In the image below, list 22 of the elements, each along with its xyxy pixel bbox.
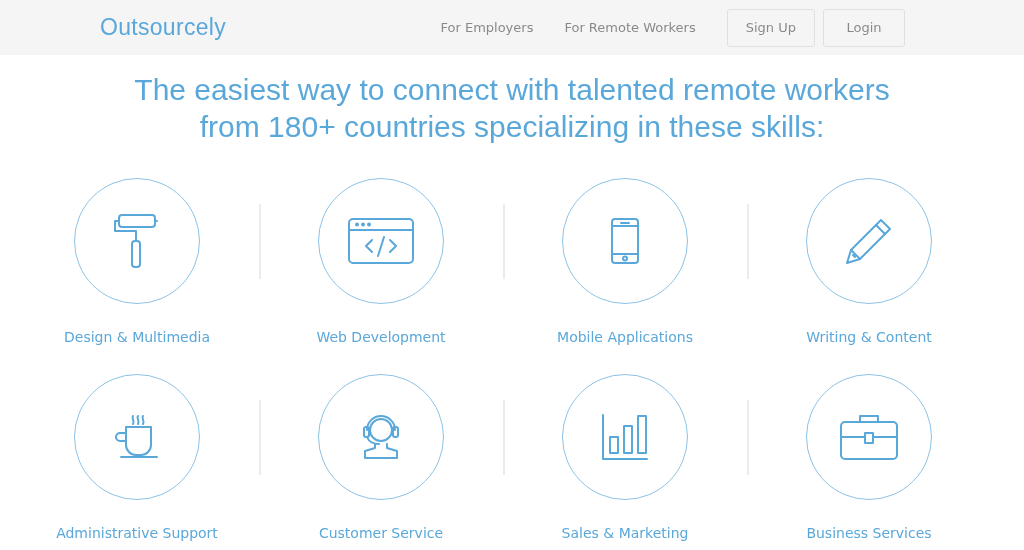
nav-link[interactable]: For Employers bbox=[440, 20, 534, 35]
header-button[interactable]: Sign Up bbox=[726, 8, 815, 47]
skill-label[interactable]: Business Services bbox=[806, 524, 932, 542]
headline: from 180+ countries specializing in these skills: bbox=[199, 109, 825, 145]
skill-label[interactable]: Customer Service bbox=[318, 524, 444, 542]
headline: The easiest way to connect with talented remote workers bbox=[134, 72, 890, 108]
smartphone-icon bbox=[611, 218, 639, 264]
skill-label[interactable]: Writing & Content bbox=[806, 328, 932, 346]
coffee-cup-icon bbox=[115, 414, 159, 460]
skill-label[interactable]: Web Development bbox=[316, 328, 446, 346]
briefcase-icon bbox=[839, 413, 899, 461]
pencil-icon bbox=[845, 217, 893, 265]
nav-link[interactable]: For Remote Workers bbox=[564, 20, 696, 35]
header-button[interactable]: Login bbox=[823, 8, 905, 47]
skill-label[interactable]: Mobile Applications bbox=[557, 328, 693, 346]
logo[interactable]: Outsourcely bbox=[100, 14, 441, 41]
skill-label[interactable]: Sales & Marketing bbox=[561, 524, 689, 542]
skill-label[interactable]: Administrative Support bbox=[56, 524, 218, 542]
code-window-icon bbox=[348, 218, 414, 264]
headset-agent-icon bbox=[360, 414, 402, 460]
bar-chart-icon bbox=[601, 413, 649, 461]
skill-label[interactable]: Design & Multimedia bbox=[64, 328, 210, 346]
